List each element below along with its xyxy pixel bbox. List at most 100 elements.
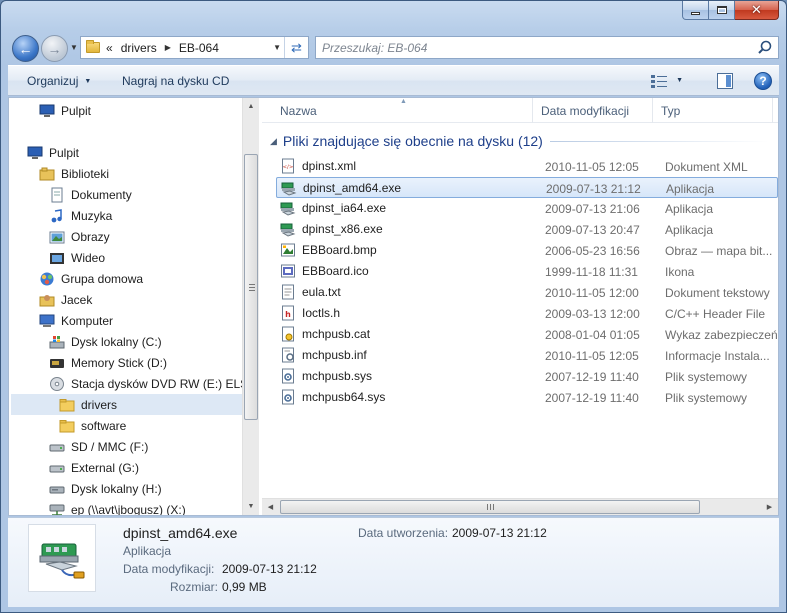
scroll-left-icon[interactable]: ◀ [262, 499, 279, 515]
tree-item-label: software [81, 418, 127, 433]
file-date: 2009-03-13 12:00 [545, 307, 640, 321]
file-row[interactable]: EBBoard.ico 1999-11-18 11:31 Ikona [276, 261, 778, 282]
file-row[interactable]: mchpusb.inf 2010-11-05 12:05 Informacje In… [276, 345, 778, 366]
bitmap-file-icon [280, 242, 296, 258]
tree-item-label: External (G:) [71, 460, 140, 475]
file-list-horizontal-scrollbar[interactable]: ◀ ▶ [262, 498, 778, 515]
tree-item-label: Komputer [61, 313, 114, 328]
tree-item[interactable]: Muzyka [11, 205, 243, 226]
file-row[interactable]: eula.txt 2010-11-05 12:00 Dokument tekstow… [276, 282, 778, 303]
folder-icon [86, 40, 100, 53]
tree-item[interactable]: Dokumenty [11, 184, 243, 205]
tree-item[interactable]: drivers [11, 394, 243, 415]
group-header[interactable]: ◢ Pliki znajdujące się obecnie na dysku … [270, 132, 778, 150]
file-name-cell: dpinst_ia64.exe [280, 200, 525, 216]
change-view-icon[interactable] [651, 74, 667, 88]
tree-item[interactable]: Pulpit [11, 100, 243, 121]
file-row[interactable]: dpinst_ia64.exe 2009-07-13 21:06 Aplikacja [276, 198, 778, 219]
preview-pane-icon[interactable] [717, 73, 733, 89]
scroll-right-icon[interactable]: ▶ [761, 499, 778, 515]
tree-item[interactable]: SD / MMC (F:) [11, 436, 243, 457]
breadcrumb-item-eb064[interactable]: EB-064 [179, 41, 219, 55]
file-date: 2007-12-19 11:40 [545, 370, 639, 384]
tree-item[interactable]: Dysk lokalny (C:) [11, 331, 243, 352]
scroll-up-icon[interactable]: ▲ [243, 98, 259, 115]
file-row[interactable]: EBBoard.bmp 2006-05-23 16:56 Obraz — mapa … [276, 240, 778, 261]
file-row[interactable]: mchpusb64.sys 2007-12-19 11:40 Plik system… [276, 387, 778, 408]
music-icon [49, 208, 65, 224]
details-size-label: Rozmiar: [170, 580, 219, 594]
file-row[interactable]: h Ioctls.h 2009-03-13 12:00 C/C++ Header Fi… [276, 303, 778, 324]
file-name: EBBoard.bmp [302, 243, 377, 257]
file-row[interactable]: mchpusb.cat 2008-01-04 01:05 Wykaz zabezpi… [276, 324, 778, 345]
column-header-date[interactable]: Data modyfikacji [533, 98, 653, 123]
back-button[interactable]: ← [12, 35, 39, 62]
navigation-bar: ← → ▼ « drivers ▶ EB-064 ▼ ⇄ Przeszukaj:… [8, 31, 779, 63]
search-icon[interactable] [756, 39, 774, 57]
file-row[interactable]: dpinst_amd64.exe 2009-07-13 21:12 Aplikacj… [276, 177, 778, 198]
tree-item[interactable]: Grupa domowa [11, 268, 243, 289]
tree-item[interactable]: Pulpit [11, 142, 243, 163]
documents-icon [49, 187, 65, 203]
tree-item[interactable]: Stacja dysków DVD RW (E:) ELSAI [11, 373, 243, 394]
file-name: mchpusb.inf [302, 348, 367, 362]
scrollbar-thumb[interactable] [280, 500, 700, 514]
tree-item[interactable]: Dysk lokalny (H:) [11, 478, 243, 499]
forward-button[interactable]: → [41, 35, 68, 62]
search-box[interactable]: Przeszukaj: EB-064 [315, 36, 779, 59]
removable-drive-icon [49, 460, 65, 476]
details-created-label: Data utworzenia: [358, 526, 449, 540]
file-row[interactable]: </> dpinst.xml 2010-11-05 12:05 Dokument XM… [276, 156, 778, 177]
tree-item[interactable]: Biblioteki [11, 163, 243, 184]
file-type: Plik systemowy [665, 391, 748, 405]
breadcrumb-overflow[interactable]: « [106, 41, 113, 55]
file-date: 2010-11-05 12:05 [545, 349, 639, 363]
file-name: eula.txt [302, 285, 341, 299]
file-type: Dokument XML [665, 160, 748, 174]
file-date: 2009-07-13 21:12 [546, 182, 641, 196]
tree-item[interactable]: Obrazy [11, 226, 243, 247]
tree-item[interactable]: Jacek [11, 289, 243, 310]
address-bar[interactable]: « drivers ▶ EB-064 ▼ ⇄ [80, 36, 309, 59]
file-type: C/C++ Header File [665, 307, 766, 321]
tree-item[interactable]: External (G:) [11, 457, 243, 478]
search-input[interactable]: Przeszukaj: EB-064 [322, 41, 427, 55]
column-header-type[interactable]: Typ [653, 98, 773, 123]
organize-button[interactable]: Organizuj ▼ [27, 74, 91, 88]
tree-item-label: Jacek [61, 292, 93, 307]
details-modified-label: Data modyfikacji: [123, 562, 215, 576]
recent-pages-dropdown[interactable]: ▼ [70, 43, 78, 52]
breadcrumb-item-drivers[interactable]: drivers [121, 41, 157, 55]
tree-item[interactable]: Memory Stick (D:) [11, 352, 243, 373]
navigation-pane-scrollbar[interactable]: ▲ ▼ [242, 98, 259, 515]
close-button[interactable]: ✕ [735, 1, 779, 20]
file-name: mchpusb64.sys [302, 390, 386, 404]
organize-label: Organizuj [27, 74, 79, 88]
file-type: Obraz — mapa bit... [665, 244, 773, 258]
tree-item[interactable]: ep (\\avt\jbogusz) (X:) [11, 499, 243, 515]
collapse-group-icon[interactable]: ◢ [270, 136, 277, 147]
scroll-down-icon[interactable]: ▼ [243, 498, 259, 515]
file-date: 2010-11-05 12:00 [545, 286, 639, 300]
tree-item[interactable]: software [11, 415, 243, 436]
header-file-icon: h [280, 305, 296, 321]
maximize-button[interactable] [709, 1, 735, 20]
sort-ascending-icon: ▲ [400, 98, 407, 105]
refresh-button[interactable]: ⇄ [284, 37, 308, 58]
file-row[interactable]: mchpusb.sys 2007-12-19 11:40 Plik systemow… [276, 366, 778, 387]
burn-cd-button[interactable]: Nagraj na dysku CD [122, 74, 229, 88]
file-row[interactable]: dpinst_x86.exe 2009-07-13 20:47 Aplikacja [276, 219, 778, 240]
desktop-icon [39, 103, 55, 119]
scrollbar-thumb[interactable] [244, 154, 258, 420]
minimize-button[interactable] [682, 1, 709, 20]
chevron-right-icon[interactable]: ▶ [165, 43, 171, 52]
file-date: 2009-07-13 21:06 [545, 202, 640, 216]
help-icon[interactable]: ? [754, 72, 772, 90]
view-options-dropdown[interactable]: ▼ [676, 77, 683, 84]
tree-item[interactable]: Wideo [11, 247, 243, 268]
tree-item-label: Pulpit [61, 103, 92, 118]
tree-item[interactable]: Komputer [11, 310, 243, 331]
address-history-dropdown[interactable]: ▼ [273, 43, 281, 52]
system-file-icon [280, 389, 296, 405]
minimize-icon [691, 11, 700, 15]
